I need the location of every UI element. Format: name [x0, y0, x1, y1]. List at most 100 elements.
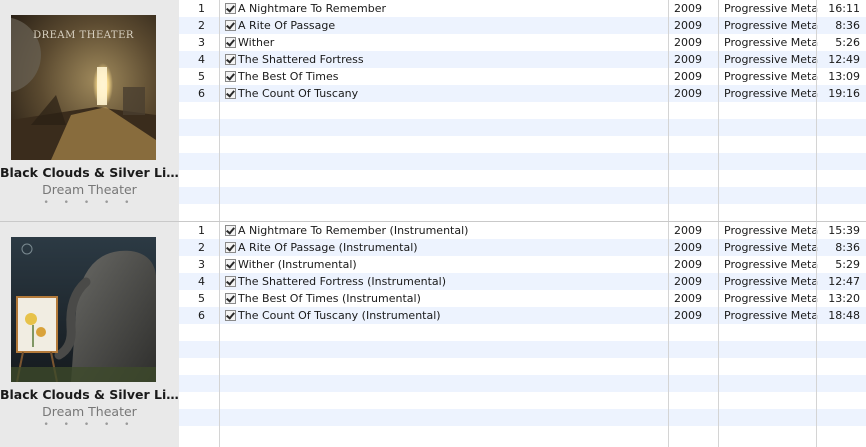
- track-list: 1 A Nightmare To Remember (Instrumental)…: [179, 222, 866, 447]
- empty-row: [179, 375, 866, 392]
- track-number: 4: [198, 275, 205, 288]
- track-number: 1: [198, 2, 205, 15]
- column-divider: [219, 0, 220, 221]
- track-checkbox[interactable]: [225, 276, 236, 287]
- track-time: 12:49: [828, 53, 860, 66]
- column-divider: [668, 0, 669, 221]
- track-checkbox[interactable]: [225, 3, 236, 14]
- track-row[interactable]: 1 A Nightmare To Remember 2009 Progressi…: [179, 0, 866, 17]
- empty-row: [179, 392, 866, 409]
- track-list: 1 A Nightmare To Remember 2009 Progressi…: [179, 0, 866, 221]
- empty-row: [179, 426, 866, 443]
- track-genre: Progressive Metal: [724, 53, 819, 66]
- album-cover-image: [11, 237, 156, 382]
- track-time: 8:36: [835, 19, 860, 32]
- track-time: 12:47: [828, 275, 860, 288]
- empty-row: [179, 409, 866, 426]
- track-number: 6: [198, 87, 205, 100]
- track-row[interactable]: 1 A Nightmare To Remember (Instrumental)…: [179, 222, 866, 239]
- track-number: 2: [198, 241, 205, 254]
- track-year: 2009: [674, 258, 702, 271]
- track-row[interactable]: 6 The Count Of Tuscany (Instrumental) 20…: [179, 307, 866, 324]
- track-genre: Progressive Metal: [724, 224, 819, 237]
- track-name: The Count Of Tuscany (Instrumental): [238, 309, 441, 322]
- track-time: 5:26: [835, 36, 860, 49]
- track-time: 15:39: [828, 224, 860, 237]
- empty-row: [179, 204, 866, 221]
- column-divider: [718, 0, 719, 221]
- track-checkbox[interactable]: [225, 293, 236, 304]
- track-name: A Nightmare To Remember: [238, 2, 387, 15]
- track-row[interactable]: 4 The Shattered Fortress (Instrumental) …: [179, 273, 866, 290]
- track-row[interactable]: 5 The Best Of Times 2009 Progressive Met…: [179, 68, 866, 85]
- track-number: 5: [198, 292, 205, 305]
- track-row[interactable]: 3 Wither (Instrumental) 2009 Progressive…: [179, 256, 866, 273]
- album-title: Black Clouds & Silver Lini...: [0, 165, 179, 180]
- track-year: 2009: [674, 275, 702, 288]
- track-year: 2009: [674, 224, 702, 237]
- empty-row: [179, 187, 866, 204]
- track-checkbox[interactable]: [225, 37, 236, 48]
- track-checkbox[interactable]: [225, 20, 236, 31]
- track-row[interactable]: 2 A Rite Of Passage (Instrumental) 2009 …: [179, 239, 866, 256]
- track-year: 2009: [674, 36, 702, 49]
- track-time: 8:36: [835, 241, 860, 254]
- track-name: A Rite Of Passage (Instrumental): [238, 241, 418, 254]
- empty-row: [179, 341, 866, 358]
- track-time: 13:20: [828, 292, 860, 305]
- album-artist: Dream Theater: [42, 404, 137, 419]
- track-row[interactable]: 6 The Count Of Tuscany 2009 Progressive …: [179, 85, 866, 102]
- track-genre: Progressive Metal: [724, 292, 819, 305]
- album-title: Black Clouds & Silver Lini...: [0, 387, 179, 402]
- track-genre: Progressive Metal: [724, 258, 819, 271]
- album-group: DREAM THEATER Black Clouds & Silver Lini…: [0, 0, 866, 221]
- track-year: 2009: [674, 2, 702, 15]
- track-year: 2009: [674, 292, 702, 305]
- album-artwork[interactable]: [11, 237, 156, 382]
- track-row[interactable]: 5 The Best Of Times (Instrumental) 2009 …: [179, 290, 866, 307]
- track-time: 19:16: [828, 87, 860, 100]
- track-name: Wither (Instrumental): [238, 258, 357, 271]
- album-info-panel: Black Clouds & Silver Lini... Dream Thea…: [0, 222, 179, 447]
- column-divider: [718, 222, 719, 447]
- track-number: 1: [198, 224, 205, 237]
- track-name: The Shattered Fortress: [238, 53, 364, 66]
- column-divider: [219, 222, 220, 447]
- track-genre: Progressive Metal: [724, 36, 819, 49]
- track-number: 4: [198, 53, 205, 66]
- track-genre: Progressive Metal: [724, 87, 819, 100]
- track-row[interactable]: 3 Wither 2009 Progressive Metal 5:26: [179, 34, 866, 51]
- rating-stars[interactable]: • • • • •: [0, 198, 179, 208]
- track-year: 2009: [674, 70, 702, 83]
- track-checkbox[interactable]: [225, 310, 236, 321]
- empty-row: [179, 119, 866, 136]
- track-name: The Best Of Times (Instrumental): [238, 292, 421, 305]
- column-divider: [668, 222, 669, 447]
- track-checkbox[interactable]: [225, 242, 236, 253]
- track-row[interactable]: 4 The Shattered Fortress 2009 Progressiv…: [179, 51, 866, 68]
- track-year: 2009: [674, 87, 702, 100]
- track-checkbox[interactable]: [225, 54, 236, 65]
- library-album-list: DREAM THEATER Black Clouds & Silver Lini…: [0, 0, 866, 447]
- empty-row: [179, 102, 866, 119]
- track-row[interactable]: 2 A Rite Of Passage 2009 Progressive Met…: [179, 17, 866, 34]
- track-time: 5:29: [835, 258, 860, 271]
- empty-row: [179, 136, 866, 153]
- album-artwork[interactable]: DREAM THEATER: [11, 15, 156, 160]
- track-number: 5: [198, 70, 205, 83]
- album-group: Black Clouds & Silver Lini... Dream Thea…: [0, 222, 866, 447]
- track-name: The Count Of Tuscany: [238, 87, 359, 100]
- track-checkbox[interactable]: [225, 259, 236, 270]
- track-year: 2009: [674, 19, 702, 32]
- column-divider: [816, 222, 817, 447]
- track-genre: Progressive Metal: [724, 309, 819, 322]
- rating-stars[interactable]: • • • • •: [0, 420, 179, 430]
- track-year: 2009: [674, 241, 702, 254]
- track-name: A Rite Of Passage: [238, 19, 336, 32]
- track-checkbox[interactable]: [225, 88, 236, 99]
- track-name: A Nightmare To Remember (Instrumental): [238, 224, 469, 237]
- track-name: The Best Of Times: [238, 70, 339, 83]
- track-checkbox[interactable]: [225, 71, 236, 82]
- track-number: 3: [198, 36, 205, 49]
- track-checkbox[interactable]: [225, 225, 236, 236]
